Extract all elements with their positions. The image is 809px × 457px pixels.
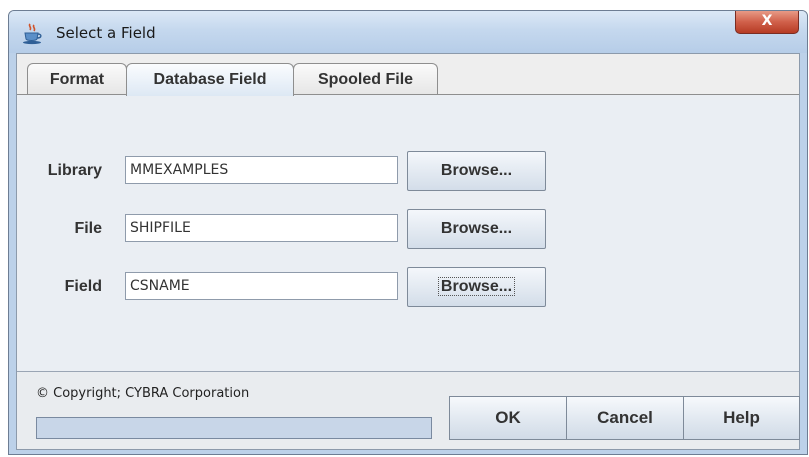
dialog-content: Format Database Field Spooled File Libra… bbox=[16, 53, 800, 450]
file-browse-button[interactable]: Browse... bbox=[407, 209, 546, 249]
close-button[interactable]: X bbox=[735, 11, 799, 34]
ok-button-label: OK bbox=[495, 408, 521, 427]
help-button-label: Help bbox=[723, 408, 760, 427]
file-label: File bbox=[74, 220, 102, 237]
ok-button[interactable]: OK bbox=[449, 396, 567, 440]
field-label: Field bbox=[64, 278, 102, 295]
library-label: Library bbox=[47, 162, 102, 179]
footer-bar: © Copyright; CYBRA Corporation OK Cancel… bbox=[17, 372, 800, 449]
window-title: Select a Field bbox=[56, 24, 156, 42]
tab-spooled-file[interactable]: Spooled File bbox=[293, 63, 438, 94]
database-field-panel: Library MMEXAMPLES Browse... File SHIPFI… bbox=[17, 95, 799, 372]
progress-bar bbox=[36, 417, 432, 439]
tab-database-field-label: Database Field bbox=[153, 71, 267, 88]
field-browse-label: Browse... bbox=[437, 277, 516, 296]
cancel-button-label: Cancel bbox=[597, 408, 653, 427]
library-browse-label: Browse... bbox=[440, 162, 513, 179]
close-icon: X bbox=[761, 13, 773, 29]
tab-database-field[interactable]: Database Field bbox=[126, 63, 294, 96]
library-browse-button[interactable]: Browse... bbox=[407, 151, 546, 191]
tab-format-label: Format bbox=[49, 71, 105, 88]
file-input[interactable]: SHIPFILE bbox=[125, 214, 398, 242]
library-input[interactable]: MMEXAMPLES bbox=[125, 156, 398, 184]
field-input[interactable]: CSNAME bbox=[125, 272, 398, 300]
title-bar[interactable]: Select a Field X bbox=[9, 11, 807, 53]
copyright-text: © Copyright; CYBRA Corporation bbox=[36, 386, 250, 401]
file-row: File SHIPFILE Browse... bbox=[17, 209, 799, 249]
library-row: Library MMEXAMPLES Browse... bbox=[17, 151, 799, 191]
dialog-window: Select a Field X Format Database Field S… bbox=[8, 10, 808, 455]
help-button[interactable]: Help bbox=[683, 396, 800, 440]
cancel-button[interactable]: Cancel bbox=[566, 396, 684, 440]
java-coffee-cup-icon bbox=[21, 23, 45, 45]
field-browse-button[interactable]: Browse... bbox=[407, 267, 546, 307]
tab-spooled-file-label: Spooled File bbox=[317, 71, 414, 88]
tab-format[interactable]: Format bbox=[27, 63, 127, 94]
file-browse-label: Browse... bbox=[440, 220, 513, 237]
field-row: Field CSNAME Browse... bbox=[17, 267, 799, 307]
